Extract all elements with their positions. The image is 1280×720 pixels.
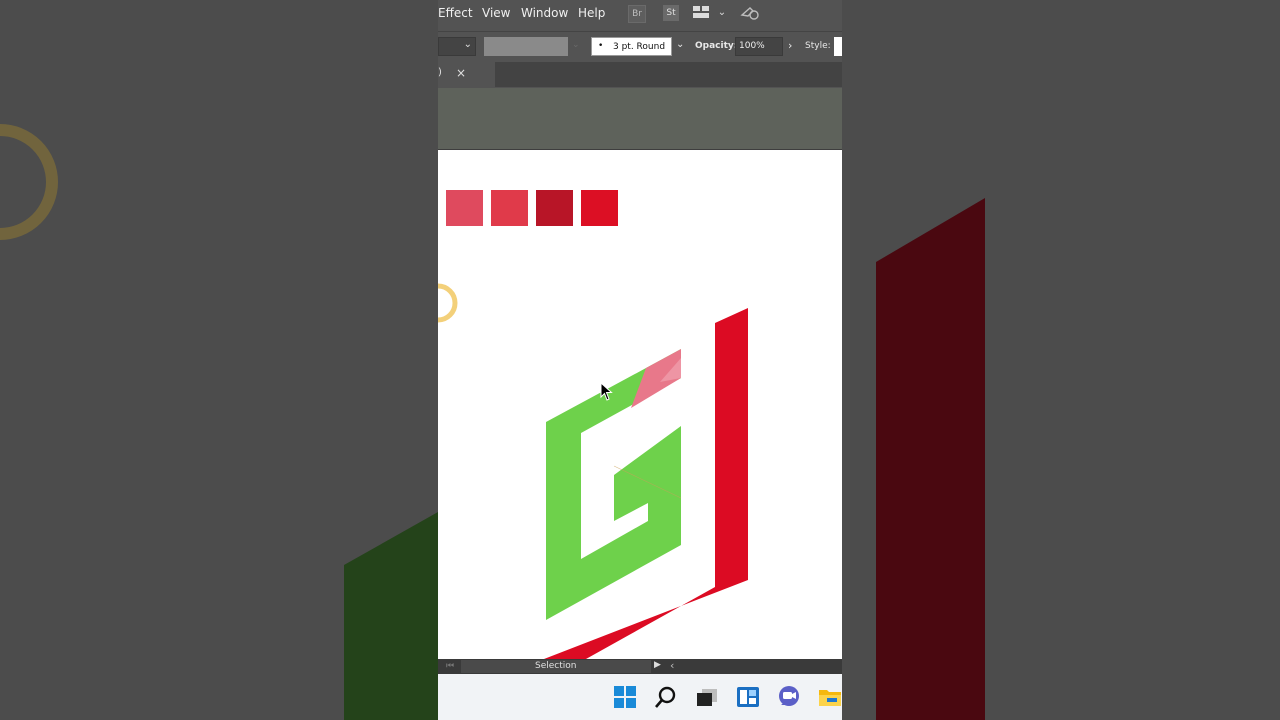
illustrator-window: Effect View Window Help Br St ⌄ ⌄ ⌄ • 3 … bbox=[438, 0, 842, 720]
tab-title-fragment: ) bbox=[438, 67, 442, 78]
close-icon[interactable]: × bbox=[456, 66, 466, 80]
bg-circle bbox=[0, 124, 58, 240]
scroll-left-icon[interactable]: ‹ bbox=[670, 659, 674, 672]
bridge-icon[interactable]: Br bbox=[628, 5, 646, 23]
menu-bar: Effect View Window Help Br St ⌄ bbox=[438, 0, 842, 28]
chevron-down-icon: ⌄ bbox=[463, 39, 472, 50]
swatch-2[interactable] bbox=[491, 190, 528, 226]
document-tab-bar: ) × bbox=[438, 62, 842, 87]
widgets-icon[interactable] bbox=[736, 685, 760, 709]
workspace-switcher-icon[interactable] bbox=[693, 5, 709, 21]
windows-start-icon[interactable] bbox=[613, 685, 637, 709]
artboard[interactable] bbox=[438, 150, 842, 659]
opacity-label: Opacity: bbox=[695, 41, 738, 51]
mouse-cursor-icon bbox=[600, 382, 613, 401]
opacity-input[interactable]: 100% bbox=[735, 37, 783, 56]
swatch-3[interactable] bbox=[536, 190, 573, 226]
brush-label: 3 pt. Round bbox=[613, 42, 666, 52]
search-icon[interactable] bbox=[654, 685, 678, 709]
play-arrow-icon[interactable]: ▶ bbox=[654, 660, 661, 670]
swatch-1[interactable] bbox=[446, 190, 483, 226]
document-tab[interactable]: ) × bbox=[438, 62, 495, 87]
style-swatch[interactable] bbox=[834, 37, 842, 56]
windows-taskbar bbox=[438, 674, 842, 720]
chevron-down-icon[interactable]: ⌄ bbox=[676, 39, 684, 50]
tool-status-field: Selection bbox=[461, 660, 651, 673]
bg-green-shape bbox=[344, 512, 438, 720]
chevron-down-icon[interactable]: ⌄ bbox=[714, 5, 730, 21]
menu-effect[interactable]: Effect bbox=[438, 6, 473, 20]
brush-dot-icon: • bbox=[598, 41, 604, 51]
teams-chat-icon[interactable] bbox=[777, 685, 801, 709]
file-explorer-icon[interactable] bbox=[818, 685, 842, 709]
artwork-canvas bbox=[438, 190, 748, 659]
partial-circle-shape[interactable] bbox=[438, 283, 458, 323]
stroke-weight-dropdown[interactable]: ⌄ bbox=[438, 37, 476, 56]
menu-help[interactable]: Help bbox=[578, 6, 605, 20]
style-label: Style: bbox=[805, 41, 831, 51]
opacity-value: 100% bbox=[739, 41, 765, 51]
bg-red-shape bbox=[876, 198, 985, 720]
tool-name: Selection bbox=[535, 661, 577, 671]
menu-view[interactable]: View bbox=[482, 6, 510, 20]
task-view-icon[interactable] bbox=[695, 685, 719, 709]
stock-icon[interactable]: St bbox=[663, 5, 679, 21]
menu-window[interactable]: Window bbox=[521, 6, 568, 20]
swatch-4[interactable] bbox=[581, 190, 618, 226]
search-sync-icon[interactable] bbox=[740, 5, 760, 21]
status-bar: ⏮ Selection ▶ ‹ bbox=[438, 659, 842, 674]
control-bar: ⌄ ⌄ • 3 pt. Round ⌄ Opacity: 100% › Styl… bbox=[438, 31, 842, 60]
variable-width-profile[interactable] bbox=[484, 37, 568, 56]
navigation-first-icon[interactable]: ⏮ bbox=[446, 661, 454, 671]
chevron-down-icon: ⌄ bbox=[572, 40, 580, 50]
chevron-right-icon[interactable]: › bbox=[788, 39, 792, 52]
brush-definition-dropdown[interactable]: • 3 pt. Round bbox=[591, 37, 672, 56]
pasteboard bbox=[438, 88, 842, 150]
